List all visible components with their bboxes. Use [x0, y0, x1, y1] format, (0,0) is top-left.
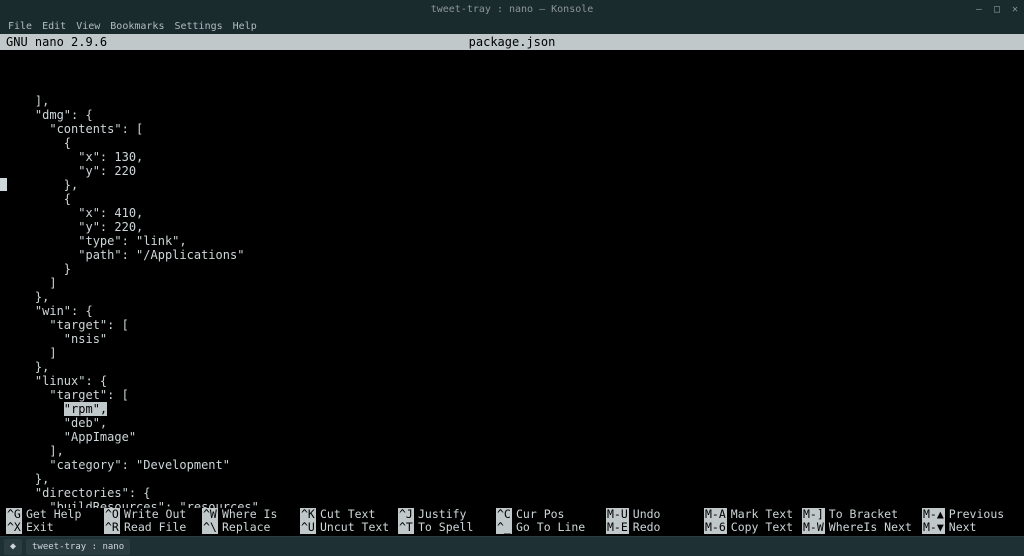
shortcut-item: M-ERedo: [606, 521, 704, 534]
editor-line: }: [6, 262, 1018, 276]
editor-line: "deb",: [6, 416, 1018, 430]
shortcut-item: ^XExit: [6, 521, 104, 534]
editor-line: "type": "link",: [6, 234, 1018, 248]
shortcut-key: ^_: [496, 521, 512, 534]
nano-filename: package.json: [469, 35, 556, 49]
shortcut-key: M-▼: [922, 521, 945, 534]
taskbar-item[interactable]: tweet-tray : nano: [26, 539, 130, 555]
editor-line: "target": [: [6, 388, 1018, 402]
nano-shortcut-bar: ^GGet Help^OWrite Out^WWhere Is^KCut Tex…: [0, 508, 1024, 536]
shortcut-key: ^\: [202, 521, 218, 534]
editor-content: ], "dmg": { "contents": [ { "x": 130, "y…: [6, 94, 1018, 508]
menubar: File Edit View Bookmarks Settings Help: [0, 18, 1024, 34]
editor-line: "contents": [: [6, 122, 1018, 136]
selection-highlight: "rpm",: [64, 402, 107, 416]
maximize-button[interactable]: □: [992, 4, 1002, 15]
shortcut-key: ^U: [300, 521, 316, 534]
editor-line: ]: [6, 346, 1018, 360]
editor-line: "linux": {: [6, 374, 1018, 388]
shortcut-key: M-6: [704, 521, 727, 534]
start-icon: ◆: [10, 541, 16, 552]
shortcut-item: M-▼Next: [922, 521, 1020, 534]
shortcut-item: ^_Go To Line: [496, 521, 606, 534]
menu-edit[interactable]: Edit: [42, 21, 66, 32]
shortcut-key: ^T: [398, 521, 414, 534]
editor-line: {: [6, 192, 1018, 206]
editor-line: ],: [6, 94, 1018, 108]
nano-header: GNU nano 2.9.6 package.json: [0, 34, 1024, 50]
editor-line: ],: [6, 444, 1018, 458]
window-titlebar: tweet-tray : nano — Konsole – □ ✕: [0, 0, 1024, 18]
editor-line: "y": 220,: [6, 220, 1018, 234]
taskbar: ◆ tweet-tray : nano: [0, 536, 1024, 556]
editor-line: "nsis": [6, 332, 1018, 346]
close-button[interactable]: ✕: [1010, 4, 1020, 15]
editor-line: "directories": {: [6, 486, 1018, 500]
menu-file[interactable]: File: [8, 21, 32, 32]
shortcut-label: Redo: [629, 521, 661, 534]
shortcut-key: M-W: [802, 521, 825, 534]
start-button[interactable]: ◆: [4, 539, 22, 555]
editor-line: "AppImage": [6, 430, 1018, 444]
shortcut-label: WhereIs Next: [825, 521, 912, 534]
editor-line: "target": [: [6, 318, 1018, 332]
shortcut-key: M-E: [606, 521, 629, 534]
shortcut-label: Next: [945, 521, 977, 534]
shortcut-label: Replace: [218, 521, 270, 534]
editor-line: ]: [6, 276, 1018, 290]
editor-line: "y": 220: [6, 164, 1018, 178]
menu-settings[interactable]: Settings: [174, 21, 222, 32]
editor-line: "category": "Development": [6, 458, 1018, 472]
editor-line: "buildResources": "resources",: [6, 500, 1018, 508]
window-controls: – □ ✕: [974, 4, 1020, 15]
menu-help[interactable]: Help: [233, 21, 257, 32]
editor-area[interactable]: ], "dmg": { "contents": [ { "x": 130, "y…: [0, 50, 1024, 508]
editor-line: },: [6, 472, 1018, 486]
editor-line: "x": 410,: [6, 206, 1018, 220]
window-title: tweet-tray : nano — Konsole: [431, 4, 594, 15]
editor-line: },: [6, 178, 1018, 192]
editor-line: "dmg": {: [6, 108, 1018, 122]
editor-line: {: [6, 136, 1018, 150]
shortcut-item: M-6Copy Text: [704, 521, 802, 534]
shortcut-item: ^RRead File: [104, 521, 202, 534]
nano-version: GNU nano 2.9.6: [6, 35, 107, 49]
shortcut-item: ^\Replace: [202, 521, 300, 534]
editor-line: "path": "/Applications": [6, 248, 1018, 262]
shortcut-label: Exit: [22, 521, 54, 534]
editor-line: },: [6, 360, 1018, 374]
minimize-button[interactable]: –: [974, 4, 984, 15]
shortcut-label: Go To Line: [512, 521, 585, 534]
menu-view[interactable]: View: [76, 21, 100, 32]
editor-line: },: [6, 290, 1018, 304]
taskbar-item-label: tweet-tray : nano: [32, 542, 124, 552]
shortcut-item: M-WWhereIs Next: [802, 521, 922, 534]
shortcut-label: Copy Text: [727, 521, 793, 534]
shortcut-label: To Spell: [414, 521, 473, 534]
menu-bookmarks[interactable]: Bookmarks: [110, 21, 164, 32]
editor-line: "win": {: [6, 304, 1018, 318]
shortcut-key: ^R: [104, 521, 120, 534]
text-cursor: [0, 178, 7, 191]
shortcut-item: ^UUncut Text: [300, 521, 398, 534]
shortcut-row-2: ^XExit^RRead File^\Replace^UUncut Text^T…: [6, 521, 1018, 534]
shortcut-key: ^X: [6, 521, 22, 534]
shortcut-label: Uncut Text: [316, 521, 389, 534]
shortcut-label: Read File: [120, 521, 186, 534]
shortcut-item: ^TTo Spell: [398, 521, 496, 534]
editor-line: "rpm",: [6, 402, 1018, 416]
editor-line: "x": 130,: [6, 150, 1018, 164]
